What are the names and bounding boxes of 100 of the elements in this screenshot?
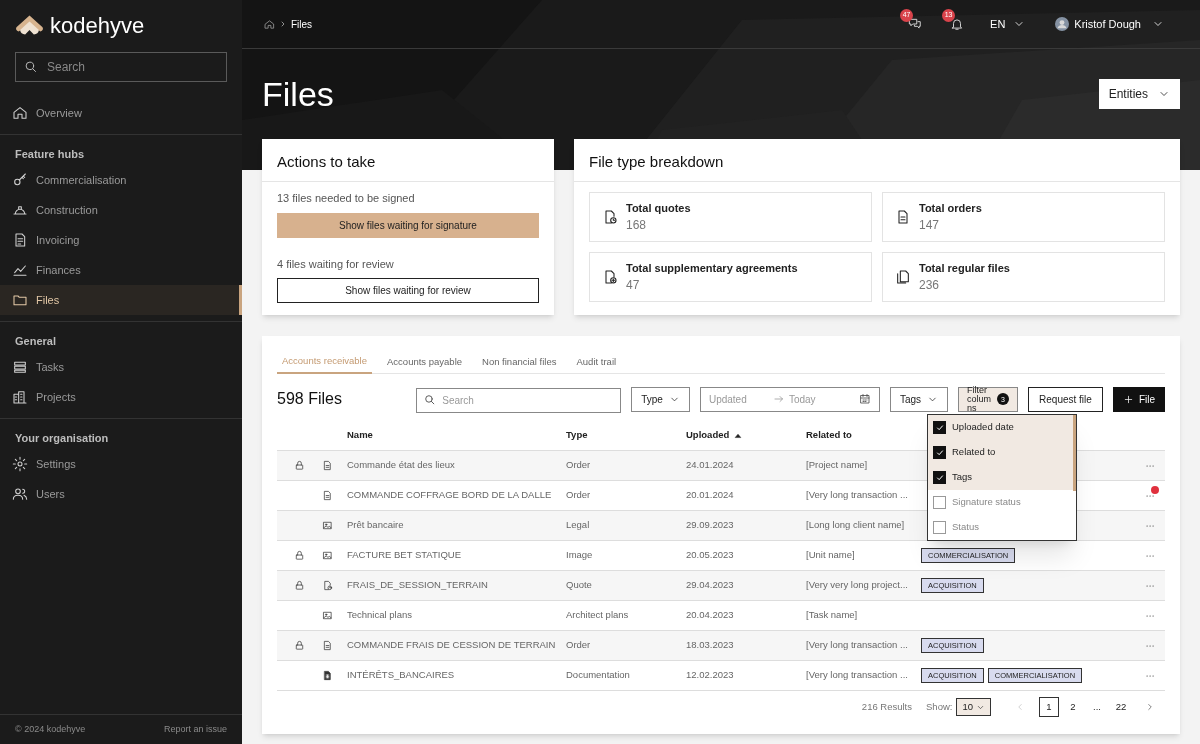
stat-label: Total quotes (626, 200, 691, 216)
menu-item[interactable]: Signature status (928, 490, 1076, 515)
table-cell: INTÉRÊTS_BANCAIRES (347, 669, 455, 681)
page-button[interactable]: ... (1087, 697, 1107, 717)
report-issue-link[interactable]: Report an issue (163, 722, 227, 737)
card-title: Actions to take (277, 152, 377, 171)
check-icon (934, 422, 945, 433)
nav-item[interactable]: Invoicing (0, 225, 242, 255)
document-icon (895, 209, 911, 225)
nav-item[interactable]: Users (0, 479, 242, 509)
info-text: 13 files needed to be signed (277, 191, 416, 206)
table-cell: Legal (566, 519, 590, 531)
home-icon[interactable] (264, 18, 275, 30)
column-header[interactable]: Related to (806, 428, 852, 443)
chat-icon[interactable] (908, 17, 923, 31)
column-header[interactable]: Name (347, 428, 373, 443)
table-cell: [Very very long project... (806, 579, 908, 591)
settings-icon (12, 456, 28, 472)
table-cell: [Very long transaction ... (806, 489, 908, 501)
nav-item[interactable]: Tasks (0, 352, 242, 382)
table-cell: Order (566, 489, 591, 501)
action-button[interactable]: Show files waiting for signature (277, 212, 539, 238)
files-icon (895, 269, 911, 285)
end-date-input[interactable]: Today (788, 391, 849, 407)
stat-label: Total regular files (919, 260, 1010, 276)
nav-item[interactable]: Overview (0, 98, 242, 128)
tags-dropdown[interactable]: Tags (889, 386, 949, 412)
stat-value: 47 (626, 277, 641, 295)
nav-item[interactable]: Files (0, 285, 242, 315)
checkbox[interactable] (933, 496, 946, 509)
plus-icon (1122, 393, 1134, 405)
column-header[interactable]: Uploaded (686, 428, 730, 443)
nav-item[interactable]: Commercialisation (0, 165, 242, 195)
menu-item[interactable]: Uploaded date (928, 415, 1076, 440)
logo-text: kodehyve (50, 11, 145, 40)
section-heading: General (14, 333, 57, 349)
checkbox[interactable] (933, 421, 946, 434)
page-button[interactable]: 2 (1063, 697, 1083, 717)
start-date-input[interactable]: Updated (708, 391, 769, 407)
document-icon (322, 460, 333, 471)
stat-label: Total supplementary agreements (626, 260, 798, 276)
document-icon (322, 490, 333, 501)
column-header[interactable]: Type (566, 428, 588, 443)
menu-item[interactable]: Related to (928, 440, 1076, 465)
info-text: 4 files waiting for review (277, 256, 395, 272)
user-menu[interactable]: Kristof Dough (1055, 15, 1164, 33)
avatar-icon (1055, 17, 1070, 31)
table-cell: [Long long client name] (806, 519, 905, 531)
entities-dropdown[interactable]: Entities (1098, 79, 1180, 109)
users-icon (12, 486, 28, 502)
search-field[interactable]: Search (15, 52, 227, 82)
breadcrumb-link[interactable]: Files (291, 16, 313, 32)
table-cell: Architect plans (566, 609, 629, 621)
page-button[interactable]: 22 (1111, 697, 1131, 717)
check-icon (934, 447, 945, 458)
nav-item[interactable]: Construction (0, 195, 242, 225)
table-cell: COMMANDE COFFRAGE BORD DE LA DALLE (347, 489, 552, 501)
checkbox[interactable] (933, 521, 946, 534)
check-icon (934, 472, 945, 483)
date-range-field[interactable]: Updated Today (699, 386, 880, 412)
table-cell: Image (566, 549, 593, 561)
language-dropdown[interactable]: EN (990, 15, 1026, 33)
section-heading: Feature hubs (14, 146, 86, 162)
page-button[interactable]: 1 (1039, 697, 1059, 717)
request-file-button[interactable]: Request file (1028, 386, 1103, 412)
checkbox[interactable] (933, 446, 946, 459)
bell-icon[interactable] (950, 17, 965, 31)
image-icon (322, 550, 333, 561)
menu-item[interactable]: Status (928, 515, 1076, 540)
tab[interactable]: Non financial files (477, 350, 562, 374)
stat-value: 147 (919, 217, 941, 235)
logo-icon (15, 14, 44, 36)
tab[interactable]: Audit trail (571, 350, 622, 374)
copyright-text: © 2024 kodehyve (15, 722, 86, 736)
stat-label: Total orders (919, 200, 982, 216)
nav-item[interactable]: Settings (0, 449, 242, 479)
table-cell: [Very long transaction ... (806, 639, 908, 651)
quote-file-icon (602, 209, 618, 225)
page-size-dropdown[interactable]: 10 (956, 698, 991, 716)
nav-item[interactable]: Projects (0, 382, 242, 412)
files-count: 598 Files (277, 389, 343, 409)
calendar-icon (858, 393, 871, 405)
menu-item[interactable]: Tags (928, 465, 1076, 490)
image-icon (322, 610, 333, 621)
page-title: Files (262, 73, 334, 115)
image-icon (322, 520, 333, 531)
action-button[interactable]: Show files waiting for review (277, 278, 539, 303)
next-icon[interactable] (1145, 702, 1155, 712)
list-icon (12, 359, 28, 375)
checkbox[interactable] (933, 471, 946, 484)
nav-item[interactable]: Finances (0, 255, 242, 285)
table-cell: Prêt bancaire (347, 519, 404, 531)
add-file-button[interactable]: File (1112, 386, 1165, 412)
tab[interactable]: Accounts payable (382, 350, 468, 374)
search-field[interactable]: Search (416, 387, 622, 413)
search-icon (423, 392, 437, 406)
table-cell: Quote (566, 579, 592, 591)
table-cell: Order (566, 459, 591, 471)
table-cell: [Unit name] (806, 549, 855, 561)
type-dropdown[interactable]: Type (631, 386, 690, 412)
